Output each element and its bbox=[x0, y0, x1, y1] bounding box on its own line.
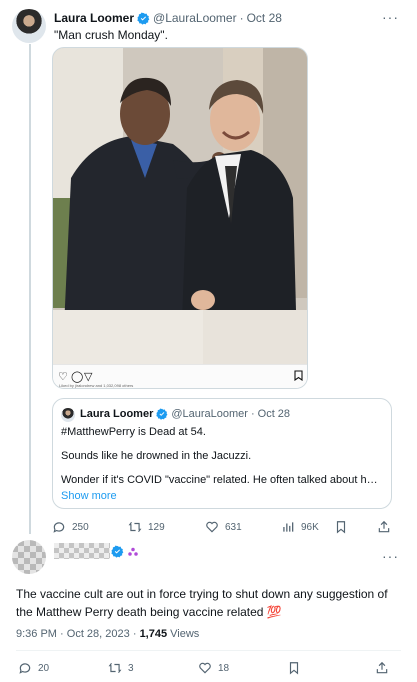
quote-date: Oct 28 bbox=[257, 408, 291, 420]
quote-tweet[interactable]: Laura Loomer @LauraLoomer · Oct 28 #Matt… bbox=[52, 398, 392, 509]
verified-badge-icon bbox=[156, 408, 168, 420]
send-icon: ▽ bbox=[84, 371, 93, 383]
like-count: 18 bbox=[218, 662, 230, 674]
post-date[interactable]: Oct 28 bbox=[247, 11, 282, 25]
bookmark-icon bbox=[294, 370, 303, 381]
share-button[interactable] bbox=[375, 661, 389, 675]
bookmark-icon bbox=[336, 521, 346, 534]
post-time[interactable]: 9:36 PM bbox=[16, 628, 57, 640]
quote-text-line: Sounds like he drowned in the Jacuzzi. bbox=[61, 450, 252, 462]
author-handle[interactable]: @LauraLoomer bbox=[153, 11, 237, 25]
views-icon bbox=[283, 522, 294, 532]
more-icon[interactable]: ··· bbox=[382, 548, 399, 564]
bookmark-button[interactable] bbox=[334, 520, 348, 534]
repost-count: 3 bbox=[128, 662, 134, 674]
reply-icon bbox=[53, 522, 65, 533]
reply-button[interactable]: 250 bbox=[52, 520, 89, 534]
author-badges bbox=[111, 545, 139, 558]
divider bbox=[16, 650, 401, 651]
like-button[interactable]: 18 bbox=[198, 661, 229, 675]
post-actions: 20 3 18 bbox=[18, 660, 393, 676]
post-photo[interactable] bbox=[53, 48, 307, 364]
meta-separator: · bbox=[132, 628, 137, 640]
bookmark-icon bbox=[289, 662, 299, 675]
like-button[interactable]: 631 bbox=[205, 520, 242, 534]
post-header: Laura Loomer @LauraLoomer · Oct 28 bbox=[54, 11, 282, 25]
views-count: 1,745 bbox=[139, 628, 168, 640]
reply-count: 20 bbox=[38, 662, 50, 674]
views-label: Views bbox=[170, 628, 200, 640]
repost-button[interactable]: 129 bbox=[128, 520, 165, 534]
like-count: 631 bbox=[225, 521, 242, 533]
instagram-action-bar: ♡ ◯ ▽ Liked by jiralondrew and 1,032,098… bbox=[53, 364, 307, 388]
quote-author-name: Laura Loomer bbox=[80, 408, 154, 420]
affiliate-icon bbox=[128, 547, 138, 556]
heart-icon: ♡ bbox=[58, 371, 68, 383]
views-count: 96K bbox=[301, 521, 319, 533]
author-name-redacted bbox=[54, 543, 110, 559]
repost-button[interactable]: 3 bbox=[108, 661, 134, 675]
post-meta: 9:36 PM · Oct 28, 2023 · 1,745 Views bbox=[16, 628, 199, 640]
author-avatar[interactable] bbox=[12, 9, 46, 43]
meta-separator: · bbox=[60, 628, 64, 640]
verified-badge-icon bbox=[137, 12, 150, 25]
post-text: The vaccine cult are out in force trying… bbox=[16, 587, 388, 619]
post-text: "Man crush Monday". bbox=[54, 28, 168, 42]
thread-line bbox=[29, 44, 31, 534]
quote-text-line: Wonder if it's COVID "vaccine" related. … bbox=[61, 474, 383, 486]
bookmark-button[interactable] bbox=[287, 661, 301, 675]
heart-icon bbox=[206, 521, 218, 533]
post-actions: 250 129 631 96K bbox=[52, 519, 397, 535]
media-card[interactable]: ♡ ◯ ▽ Liked by jiralondrew and 1,032,098… bbox=[52, 47, 308, 389]
show-more-link[interactable]: Show more bbox=[61, 490, 383, 502]
quote-text-line: #MatthewPerry is Dead at 54. bbox=[61, 426, 206, 438]
author-name[interactable]: Laura Loomer bbox=[54, 11, 134, 25]
liked-by-text: Liked by jiralondrew and 1,032,098 other… bbox=[59, 383, 134, 388]
heart-icon bbox=[199, 662, 211, 674]
reply-icon bbox=[19, 663, 31, 674]
author-avatar-redacted[interactable] bbox=[12, 540, 46, 574]
quote-separator: · bbox=[250, 408, 255, 420]
verified-badge-icon bbox=[111, 545, 124, 558]
comment-icon: ◯ bbox=[71, 371, 84, 383]
post-date[interactable]: Oct 28, 2023 bbox=[67, 628, 130, 640]
repost-icon bbox=[108, 662, 122, 674]
quote-header: Laura Loomer @LauraLoomer · Oct 28 bbox=[80, 408, 290, 420]
reply-button[interactable]: 20 bbox=[18, 661, 49, 675]
repost-icon bbox=[128, 521, 142, 533]
share-button[interactable] bbox=[377, 520, 391, 534]
quote-author-avatar bbox=[61, 408, 75, 422]
share-icon bbox=[378, 520, 390, 533]
more-icon[interactable]: ··· bbox=[382, 9, 399, 25]
repost-count: 129 bbox=[148, 521, 165, 533]
views-button[interactable]: 96K bbox=[281, 520, 319, 534]
quote-handle: @LauraLoomer bbox=[171, 408, 248, 420]
reply-count: 250 bbox=[72, 521, 89, 533]
share-icon bbox=[376, 661, 388, 674]
header-separator: · bbox=[239, 11, 244, 25]
photo-illustration bbox=[53, 48, 307, 364]
